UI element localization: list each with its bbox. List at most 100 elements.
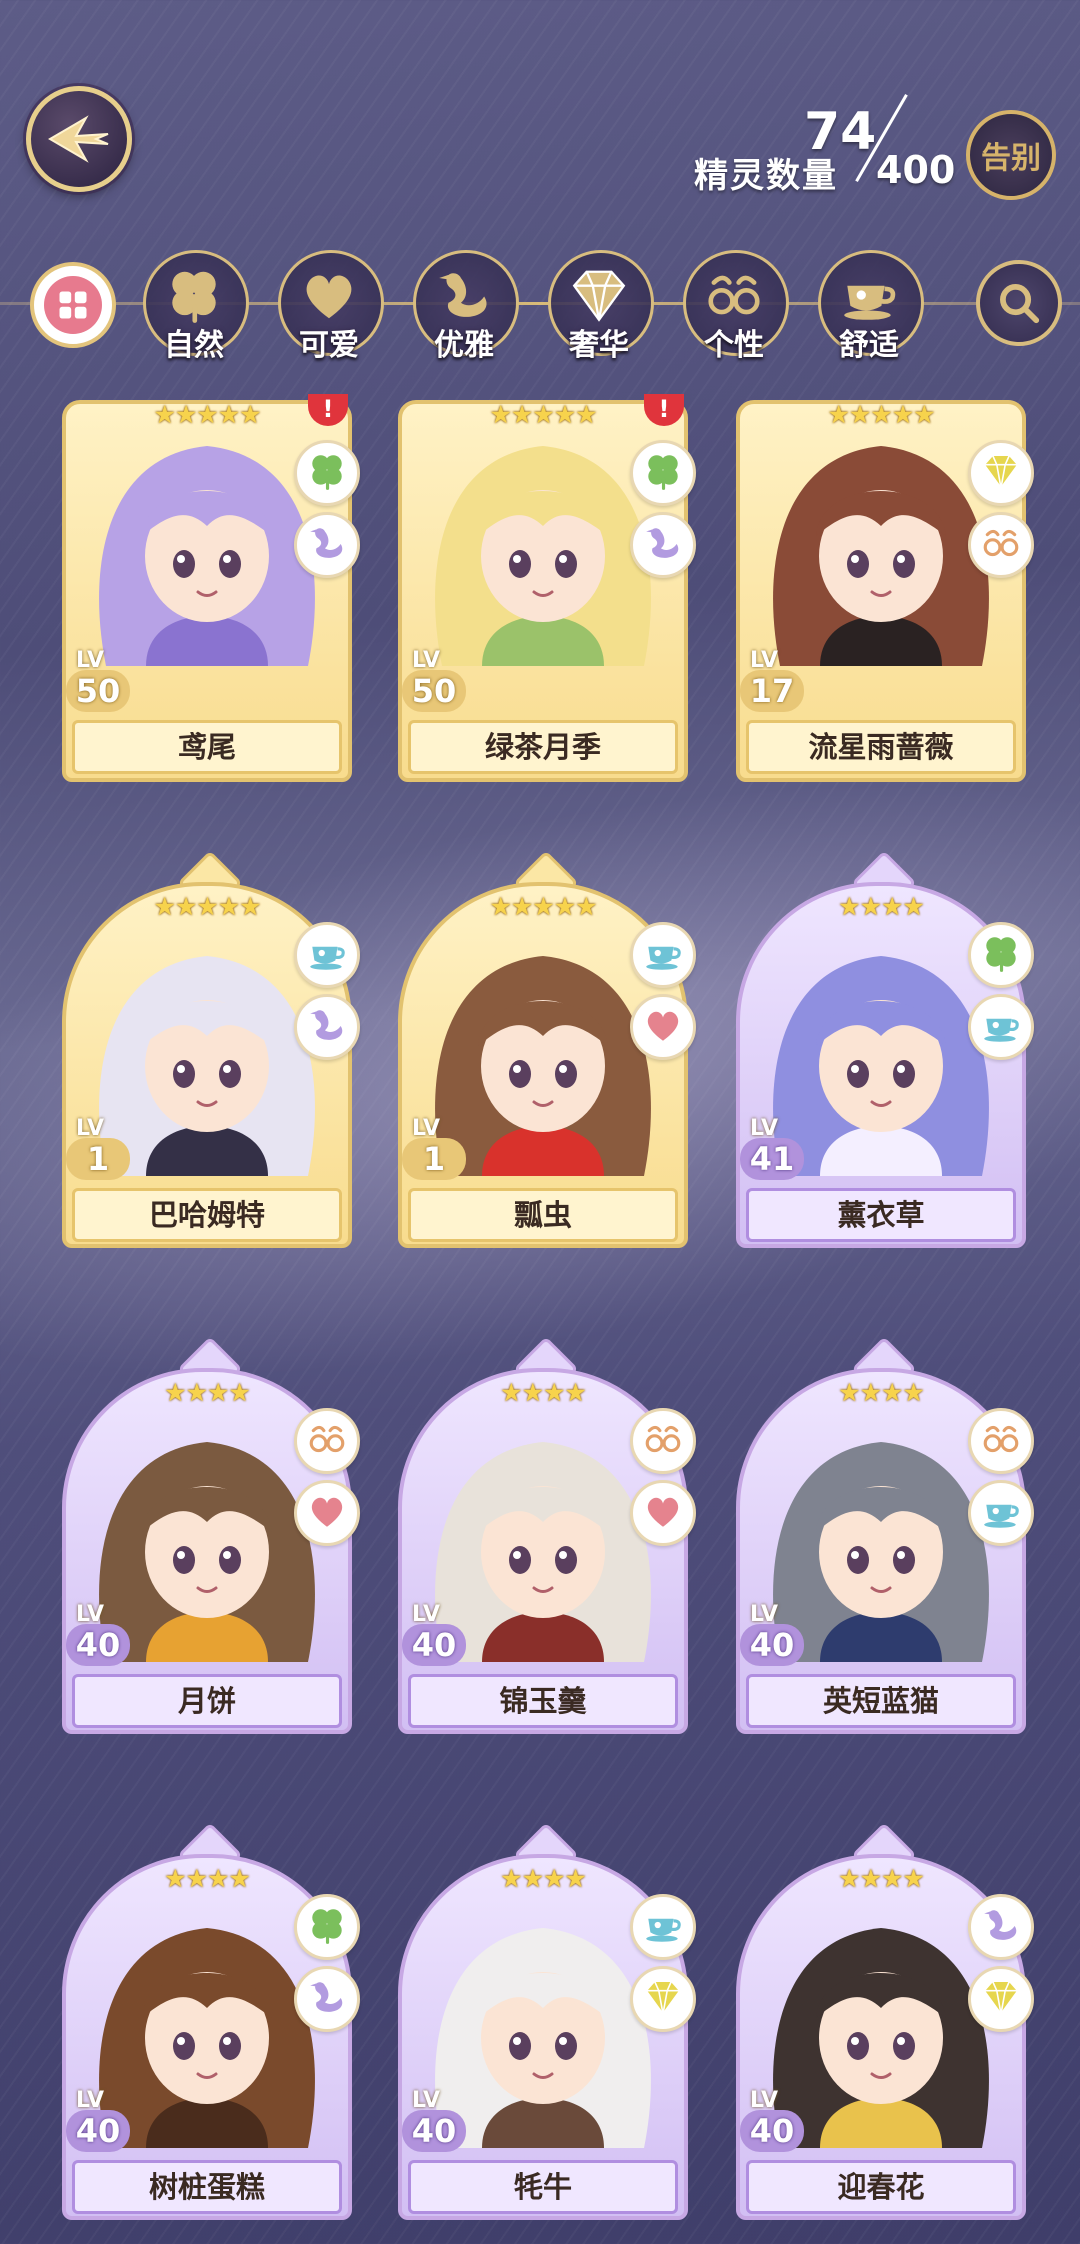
sprite-card[interactable]: ★★★★★ LV 1 巴哈姆特 (62, 850, 360, 1248)
trait-tag (968, 1408, 1034, 1474)
level-value: 40 (402, 2110, 466, 2152)
swan-icon (306, 522, 348, 568)
sprite-name: 树桩蛋糕 (72, 2160, 342, 2214)
category-label: 自然 (164, 328, 224, 363)
swan-icon (306, 1976, 348, 2022)
grid-icon (44, 276, 102, 334)
sprite-card[interactable]: ★★★★★ ! LV 50 鸢尾 (62, 394, 360, 796)
level-value: 41 (740, 1138, 804, 1180)
sprite-card[interactable]: ★★★★ LV 40 迎春花 (736, 1822, 1034, 2220)
rarity-stars: ★★★★ (500, 1864, 587, 1893)
glasses-icon (980, 522, 1022, 568)
rarity-stars: ★★★★ (838, 1378, 925, 1407)
level-value: 40 (740, 2110, 804, 2152)
level-badge: LV 40 (62, 1596, 140, 1674)
sprite-count-max: 400 (876, 148, 956, 192)
category-tab-heart[interactable]: 可爱 (274, 250, 384, 363)
teacup-icon (642, 1904, 684, 1950)
category-tab-swan[interactable]: 优雅 (409, 250, 519, 363)
category-label: 优雅 (434, 328, 494, 363)
trait-tag (630, 1966, 696, 2032)
glasses-icon (306, 1418, 348, 1464)
category-tab-glasses[interactable]: 个性 (679, 250, 789, 363)
clover-icon (306, 1904, 348, 1950)
back-button[interactable] (26, 86, 132, 192)
rarity-stars: ★★★★★ (489, 892, 597, 921)
rarity-stars: ★★★★★ (153, 892, 261, 921)
level-value: 50 (402, 670, 466, 712)
category-label: 舒适 (839, 328, 899, 363)
trait-tag (294, 1966, 360, 2032)
heart-icon (642, 1004, 684, 1050)
trait-tag (968, 922, 1034, 988)
trait-tag (968, 1894, 1034, 1960)
rarity-stars: ★★★★ (500, 1378, 587, 1407)
sprite-name: 巴哈姆特 (72, 1188, 342, 1242)
sprite-count-current: 74 (804, 102, 877, 162)
sprite-card[interactable]: ★★★★ LV 41 薰衣草 (736, 850, 1034, 1248)
trait-tag (968, 440, 1034, 506)
level-badge: LV 1 (398, 1110, 476, 1188)
category-tab-diamond[interactable]: 奢华 (544, 250, 654, 363)
clover-icon (980, 932, 1022, 978)
trait-tag (294, 994, 360, 1060)
sprite-name: 流星雨蔷薇 (746, 720, 1016, 774)
trait-tag (968, 512, 1034, 578)
category-tab-teacup[interactable]: 舒适 (814, 250, 924, 363)
diamond-icon (980, 1976, 1022, 2022)
swan-icon (306, 1004, 348, 1050)
sprite-card[interactable]: ★★★★ LV 40 英短蓝猫 (736, 1336, 1034, 1734)
heart-icon (642, 1490, 684, 1536)
trait-tag (630, 994, 696, 1060)
heart-icon (306, 1490, 348, 1536)
trait-tag (630, 1480, 696, 1546)
trait-tag (294, 922, 360, 988)
sprite-card[interactable]: ★★★★ LV 40 树桩蛋糕 (62, 1822, 360, 2220)
sprite-name: 绿茶月季 (408, 720, 678, 774)
sprite-name: 迎春花 (746, 2160, 1016, 2214)
category-tab-clover[interactable]: 自然 (139, 250, 249, 363)
category-label: 可爱 (299, 328, 359, 363)
level-badge: LV 40 (62, 2082, 140, 2160)
trait-tag (968, 994, 1034, 1060)
level-badge: LV 17 (736, 642, 814, 720)
sprite-card[interactable]: ★★★★★ ! LV 50 绿茶月季 (398, 394, 696, 796)
sprite-name: 锦玉羹 (408, 1674, 678, 1728)
sprite-name: 鸢尾 (72, 720, 342, 774)
trait-tag (968, 1966, 1034, 2032)
glasses-icon (642, 1418, 684, 1464)
sprite-card[interactable]: ★★★★ LV 40 牦牛 (398, 1822, 696, 2220)
level-badge: LV 40 (398, 1596, 476, 1674)
sprite-card[interactable]: ★★★★ LV 40 锦玉羹 (398, 1336, 696, 1734)
rarity-stars: ★★★★ (164, 1378, 251, 1407)
clover-icon (306, 450, 348, 496)
category-all-button[interactable] (30, 262, 116, 348)
level-value: 50 (66, 670, 130, 712)
rarity-stars: ★★★★ (838, 892, 925, 921)
level-badge: LV 1 (62, 1110, 140, 1188)
trait-tag (294, 1894, 360, 1960)
level-value: 40 (740, 1624, 804, 1666)
level-value: 40 (66, 2110, 130, 2152)
trait-tag (630, 1408, 696, 1474)
farewell-button[interactable]: 告别 (966, 110, 1056, 200)
level-badge: LV 50 (62, 642, 140, 720)
sprite-card[interactable]: ★★★★★ LV 1 瓢虫 (398, 850, 696, 1248)
teacup-icon (980, 1490, 1022, 1536)
level-badge: LV 40 (736, 2082, 814, 2160)
sprite-name: 薰衣草 (746, 1188, 1016, 1242)
sprite-card[interactable]: ★★★★★ LV 17 流星雨蔷薇 (736, 400, 1034, 796)
rarity-stars: ★★★★ (838, 1864, 925, 1893)
teacup-icon (980, 1004, 1022, 1050)
category-label: 个性 (704, 328, 764, 363)
trait-tag (630, 440, 696, 506)
rarity-stars: ★★★★ (164, 1864, 251, 1893)
sprite-name: 月饼 (72, 1674, 342, 1728)
sprite-name: 英短蓝猫 (746, 1674, 1016, 1728)
search-button[interactable] (976, 260, 1062, 346)
level-value: 40 (66, 1624, 130, 1666)
trait-tag (294, 512, 360, 578)
sprite-card[interactable]: ★★★★ LV 40 月饼 (62, 1336, 360, 1734)
level-value: 1 (402, 1138, 466, 1180)
swan-icon (642, 522, 684, 568)
